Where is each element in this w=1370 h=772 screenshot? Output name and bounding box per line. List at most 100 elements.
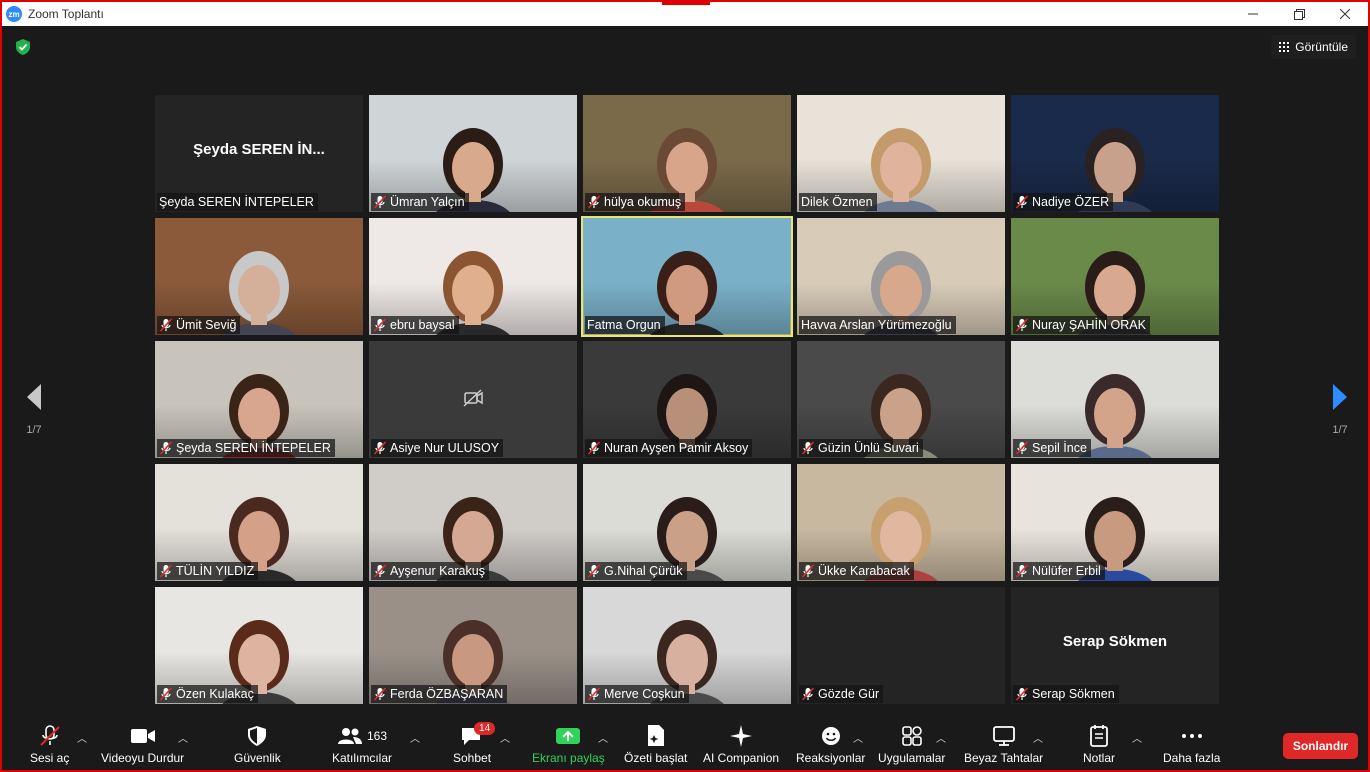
participant-tile[interactable]: Fatma Orgun	[581, 216, 793, 337]
muted-microphone-icon	[587, 564, 601, 578]
muted-microphone-icon	[159, 318, 173, 332]
encryption-shield-icon[interactable]	[14, 38, 32, 56]
participant-name: TÜLİN YILDIZ	[176, 564, 255, 578]
participant-name-label: Havva Arslan Yürümezoğlu	[799, 316, 956, 334]
participant-name-label: Gözde Gür	[799, 685, 884, 703]
participant-tile[interactable]: ebru baysal	[369, 218, 577, 335]
participant-tile[interactable]: Nuray ŞAHİN ORAK	[1011, 218, 1219, 335]
muted-microphone-icon	[1015, 687, 1029, 701]
participant-name: Gözde Gür	[818, 687, 880, 701]
participant-tile[interactable]: Güzin Ünlü Suvari	[797, 341, 1005, 458]
share-caret-icon[interactable]: ︿	[598, 730, 608, 745]
participant-name: Şeyda SEREN İNTEPELER	[159, 195, 314, 209]
participant-name-label: ebru baysal	[371, 316, 459, 334]
maximize-button[interactable]	[1276, 2, 1322, 26]
participant-tile[interactable]: Asiye Nur ULUSOY	[369, 341, 577, 458]
chat-button[interactable]: 14 Sohbet	[453, 722, 496, 765]
stop-video-button[interactable]: Videoyu Durdur	[101, 722, 184, 765]
participant-tile[interactable]: TÜLİN YILDIZ	[155, 464, 363, 581]
participant-tile[interactable]: Havva Arslan Yürümezoğlu	[797, 218, 1005, 335]
participant-tile[interactable]: Özen Kulakaç	[155, 587, 363, 704]
participant-name: Ayşenur Karakuş	[390, 564, 485, 578]
participant-tile[interactable]: G.Nihal Çürük	[583, 464, 791, 581]
restore-icon	[1293, 8, 1305, 20]
notes-caret-icon[interactable]: ︿	[1132, 730, 1142, 745]
participant-tile[interactable]: Gözde Gür	[797, 587, 1005, 704]
participant-name: Güzin Ünlü Suvari	[818, 441, 919, 455]
chat-unread-badge: 14	[474, 722, 496, 735]
start-summary-button[interactable]: Özeti başlat	[624, 722, 687, 765]
view-button[interactable]: Görüntüle	[1271, 35, 1356, 59]
apps-caret-icon[interactable]: ︿	[936, 730, 946, 745]
participant-name: Özen Kulakaç	[176, 687, 254, 701]
participant-name-label: Nuray ŞAHİN ORAK	[1013, 316, 1150, 334]
participant-name: Asiye Nur ULUSOY	[390, 441, 500, 455]
participants-label: Katılımcılar	[332, 751, 393, 765]
ai-companion-label: AI Companion	[703, 751, 780, 765]
unmute-label: Sesi aç	[30, 751, 70, 765]
share-screen-button[interactable]: Ekranı paylaş	[532, 722, 605, 765]
participant-tile[interactable]: hülya okumuş	[583, 95, 791, 212]
reactions-caret-icon[interactable]: ︿	[853, 730, 863, 745]
participants-caret-icon[interactable]: ︿	[410, 730, 420, 745]
participant-tile[interactable]: Dilek Özmen	[797, 95, 1005, 212]
smiley-icon	[821, 727, 840, 745]
participant-tile[interactable]: Ümit Seviğ	[155, 218, 363, 335]
participant-name-label: Serap Sökmen	[1013, 685, 1119, 703]
more-button[interactable]: Daha fazla	[1163, 722, 1220, 765]
participant-display-name: Şeyda SEREN İN...	[193, 141, 325, 158]
participant-tile[interactable]: Nadiye ÖZER	[1011, 95, 1219, 212]
participant-name: ebru baysal	[390, 318, 455, 332]
participant-name: Serap Sökmen	[1032, 687, 1115, 701]
participant-tile[interactable]: Merve Coşkun	[583, 587, 791, 704]
video-options-caret-icon[interactable]: ︿	[178, 730, 188, 745]
participant-name: Ümran Yalçın	[390, 195, 465, 209]
participant-tile[interactable]: Şeyda SEREN İN... Şeyda SEREN İNTEPELER	[155, 95, 363, 212]
notes-icon	[1090, 725, 1108, 747]
participant-tile[interactable]: Şeyda SEREN İNTEPELER	[155, 341, 363, 458]
notes-label: Notlar	[1083, 751, 1116, 765]
participant-name-label: Güzin Ünlü Suvari	[799, 439, 923, 457]
participant-name-label: Merve Coşkun	[585, 685, 689, 703]
notes-button[interactable]: Notlar	[1083, 722, 1115, 765]
muted-microphone-icon	[1015, 564, 1029, 578]
chat-caret-icon[interactable]: ︿	[500, 730, 510, 745]
security-button[interactable]: Güvenlik	[234, 722, 281, 765]
audio-options-caret-icon[interactable]: ︿	[77, 730, 87, 745]
participant-tile[interactable]: Serap Sökmen Serap Sökmen	[1011, 587, 1219, 704]
muted-microphone-icon	[373, 441, 387, 455]
end-meeting-button[interactable]: Sonlandır	[1283, 733, 1358, 759]
participant-tile[interactable]: Nülüfer Erbil	[1011, 464, 1219, 581]
window-controls	[1230, 2, 1368, 26]
whiteboard-caret-icon[interactable]: ︿	[1033, 730, 1043, 745]
participant-name-label: Nadiye ÖZER	[1013, 193, 1114, 211]
participants-icon	[337, 728, 362, 744]
participant-name-label: Ümit Seviğ	[157, 316, 241, 334]
stop-video-label: Videoyu Durdur	[101, 751, 185, 765]
zoom-window: zm Zoom Toplantı Görüntüle 1/7 1/7 Şeyda…	[0, 0, 1370, 772]
participant-name-label: G.Nihal Çürük	[585, 562, 687, 580]
participant-tile[interactable]: Nuran Ayşen Pamir Aksoy	[583, 341, 791, 458]
participant-name-label: Sepil İnce	[1013, 439, 1091, 457]
participant-name: Nuray ŞAHİN ORAK	[1032, 318, 1146, 332]
participant-tile[interactable]: Ferda ÖZBAŞARAN	[369, 587, 577, 704]
unmute-button[interactable]: Sesi aç	[30, 722, 69, 765]
close-button[interactable]	[1322, 2, 1368, 26]
participant-tile[interactable]: Ükke Karabacak	[797, 464, 1005, 581]
muted-microphone-icon	[587, 687, 601, 701]
ai-companion-button[interactable]: AI Companion	[703, 722, 779, 765]
participant-tile[interactable]: Ayşenur Karakuş	[369, 464, 577, 581]
next-page[interactable]: 1/7	[1320, 382, 1360, 436]
participant-name-label: Şeyda SEREN İNTEPELER	[157, 193, 318, 211]
whiteboards-button[interactable]: Beyaz Tahtalar	[964, 722, 1043, 765]
participants-button[interactable]: 163 Katılımcılar	[332, 722, 392, 765]
participant-name-label: Nuran Ayşen Pamir Aksoy	[585, 439, 753, 457]
participant-tile[interactable]: Ümran Yalçın	[369, 95, 577, 212]
participant-name: hülya okumuş	[604, 195, 682, 209]
participant-name: Sepil İnce	[1032, 441, 1087, 455]
participant-tile[interactable]: Sepil İnce	[1011, 341, 1219, 458]
previous-page[interactable]: 1/7	[14, 382, 54, 436]
more-label: Daha fazla	[1163, 751, 1221, 765]
minimize-button[interactable]	[1230, 2, 1276, 26]
muted-microphone-icon	[373, 687, 387, 701]
